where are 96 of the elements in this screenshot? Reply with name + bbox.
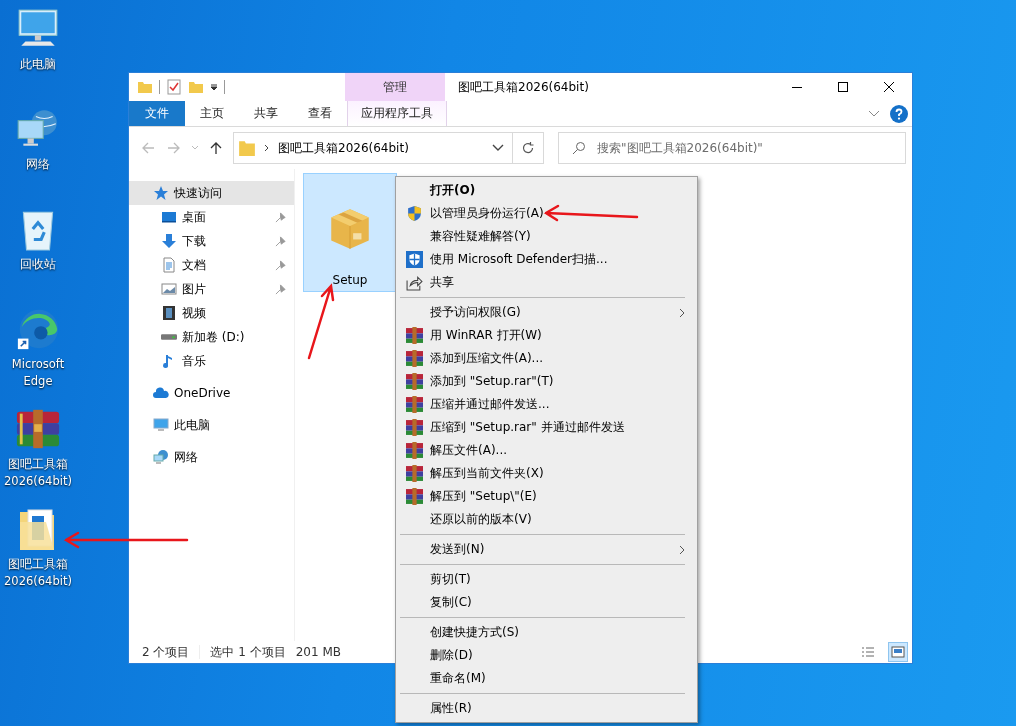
- menu-item[interactable]: 删除(D): [398, 644, 695, 667]
- pin-icon[interactable]: [275, 283, 286, 295]
- navigation-item[interactable]: 快速访问: [129, 181, 294, 205]
- shield-icon: [405, 205, 423, 222]
- computer-icon: [153, 417, 169, 433]
- preview-pane-icon: [891, 646, 905, 658]
- menu-item[interactable]: 剪切(T): [398, 568, 695, 591]
- window-title: 图吧工具箱2026(64bit): [457, 78, 589, 96]
- archive-books-icon: [405, 442, 423, 459]
- search-icon: [572, 141, 586, 155]
- shield-icon: [405, 251, 423, 268]
- document-icon: [161, 257, 177, 273]
- minimize-icon: [792, 86, 802, 88]
- details-list-icon: [861, 646, 875, 658]
- menu-item[interactable]: 解压到 "Setup\"(E): [398, 485, 695, 508]
- menu-item[interactable]: 以管理员身份运行(A): [398, 202, 695, 225]
- desktop-icon-label[interactable]: 图吧工具箱2026(64bit): [1, 456, 75, 490]
- menu-item[interactable]: 授予访问权限(G): [398, 301, 695, 324]
- refresh-button[interactable]: [512, 132, 544, 164]
- desktop-icon-label[interactable]: 此电脑: [1, 56, 75, 73]
- file-item[interactable]: Setup: [303, 173, 397, 292]
- navigation-item[interactable]: 文档: [129, 253, 294, 277]
- archive-books-icon: [405, 419, 423, 436]
- picture-icon: [161, 281, 177, 297]
- menu-item[interactable]: 还原以前的版本(V): [398, 508, 695, 531]
- large-icons-view-button[interactable]: [888, 642, 908, 662]
- contextual-tab-header: 管理: [345, 73, 445, 101]
- download-arrow-icon: [161, 233, 177, 249]
- status-text: 2 个项目: [142, 643, 190, 661]
- caret-icon[interactable]: [210, 83, 218, 91]
- navigation-item[interactable]: 视频: [129, 301, 294, 325]
- close-icon: [884, 82, 894, 92]
- desktop-icon-label[interactable]: Microsoft Edge: [1, 356, 75, 390]
- cloud-icon: [153, 385, 169, 401]
- navigation-item[interactable]: 图片: [129, 277, 294, 301]
- help-icon[interactable]: [890, 104, 908, 123]
- menu-item[interactable]: 解压到当前文件夹(X): [398, 462, 695, 485]
- address-path[interactable]: 图吧工具箱2026(64bit): [278, 139, 409, 157]
- address-bar[interactable]: 图吧工具箱2026(64bit): [233, 132, 513, 164]
- share-icon: [405, 274, 423, 291]
- drive-icon: [161, 334, 177, 340]
- archive-books-icon: [405, 327, 423, 344]
- menu-item[interactable]: 打开(O): [398, 179, 695, 202]
- search-field[interactable]: 搜索"图吧工具箱2026(64bit)": [558, 132, 906, 164]
- menu-item[interactable]: 压缩到 "Setup.rar" 并通过邮件发送: [398, 416, 695, 439]
- status-text: 201 MB: [295, 645, 342, 659]
- ribbon-tab[interactable]: 主页: [185, 101, 239, 126]
- chevron-right-icon: [679, 307, 685, 318]
- chevron-right-icon[interactable]: [264, 144, 270, 152]
- menu-item[interactable]: 重命名(M): [398, 667, 695, 690]
- pin-icon[interactable]: [275, 211, 286, 223]
- chevron-down-icon[interactable]: [492, 144, 504, 152]
- network-icon: [153, 449, 169, 465]
- menu-item[interactable]: 复制(C): [398, 591, 695, 614]
- menu-item[interactable]: 解压文件(A)...: [398, 439, 695, 462]
- archive-books-icon: [405, 465, 423, 482]
- menu-item[interactable]: 共享: [398, 271, 695, 294]
- ribbon-tab[interactable]: 文件: [129, 101, 185, 126]
- up-arrow-icon[interactable]: [209, 141, 223, 155]
- desktop-icon: [161, 209, 177, 225]
- pin-icon[interactable]: [275, 235, 286, 247]
- film-icon: [161, 305, 177, 321]
- navigation-item[interactable]: 下载: [129, 229, 294, 253]
- menu-item[interactable]: 添加到 "Setup.rar"(T): [398, 370, 695, 393]
- navigation-item[interactable]: 网络: [129, 445, 294, 469]
- menu-item[interactable]: 属性(R): [398, 697, 695, 720]
- folder-icon: [238, 139, 256, 157]
- status-text: 选中 1 个项目: [210, 643, 286, 661]
- ribbon-tab[interactable]: 共享: [239, 101, 293, 126]
- chevron-right-icon: [679, 544, 685, 555]
- navigation-item[interactable]: 此电脑: [129, 413, 294, 437]
- archive-books-icon: [405, 373, 423, 390]
- navigation-item[interactable]: 新加卷 (D:): [129, 325, 294, 349]
- properties-icon[interactable]: [166, 79, 182, 95]
- archive-books-icon: [405, 488, 423, 505]
- refresh-icon: [521, 141, 535, 155]
- menu-item[interactable]: 创建快捷方式(S): [398, 621, 695, 644]
- star-icon: [153, 185, 169, 201]
- desktop-icon-label[interactable]: 图吧工具箱2026(64bit): [1, 556, 75, 590]
- navigation-item[interactable]: OneDrive: [129, 381, 294, 405]
- menu-item[interactable]: 兼容性疑难解答(Y): [398, 225, 695, 248]
- menu-item[interactable]: 发送到(N): [398, 538, 695, 561]
- archive-books-icon: [405, 396, 423, 413]
- ribbon-tab[interactable]: 查看: [293, 101, 347, 126]
- navigation-item[interactable]: 音乐: [129, 349, 294, 373]
- menu-item[interactable]: 用 WinRAR 打开(W): [398, 324, 695, 347]
- ribbon-tab[interactable]: 应用程序工具: [347, 101, 447, 126]
- desktop-icon-label[interactable]: 网络: [1, 156, 75, 173]
- menu-item[interactable]: 压缩并通过邮件发送...: [398, 393, 695, 416]
- archive-books-icon: [405, 350, 423, 367]
- desktop-icon-label[interactable]: 回收站: [1, 256, 75, 273]
- menu-item[interactable]: 添加到压缩文件(A)...: [398, 347, 695, 370]
- menu-item[interactable]: 使用 Microsoft Defender扫描...: [398, 248, 695, 271]
- pin-icon[interactable]: [275, 259, 286, 271]
- maximize-icon: [838, 82, 848, 92]
- navigation-item[interactable]: 桌面: [129, 205, 294, 229]
